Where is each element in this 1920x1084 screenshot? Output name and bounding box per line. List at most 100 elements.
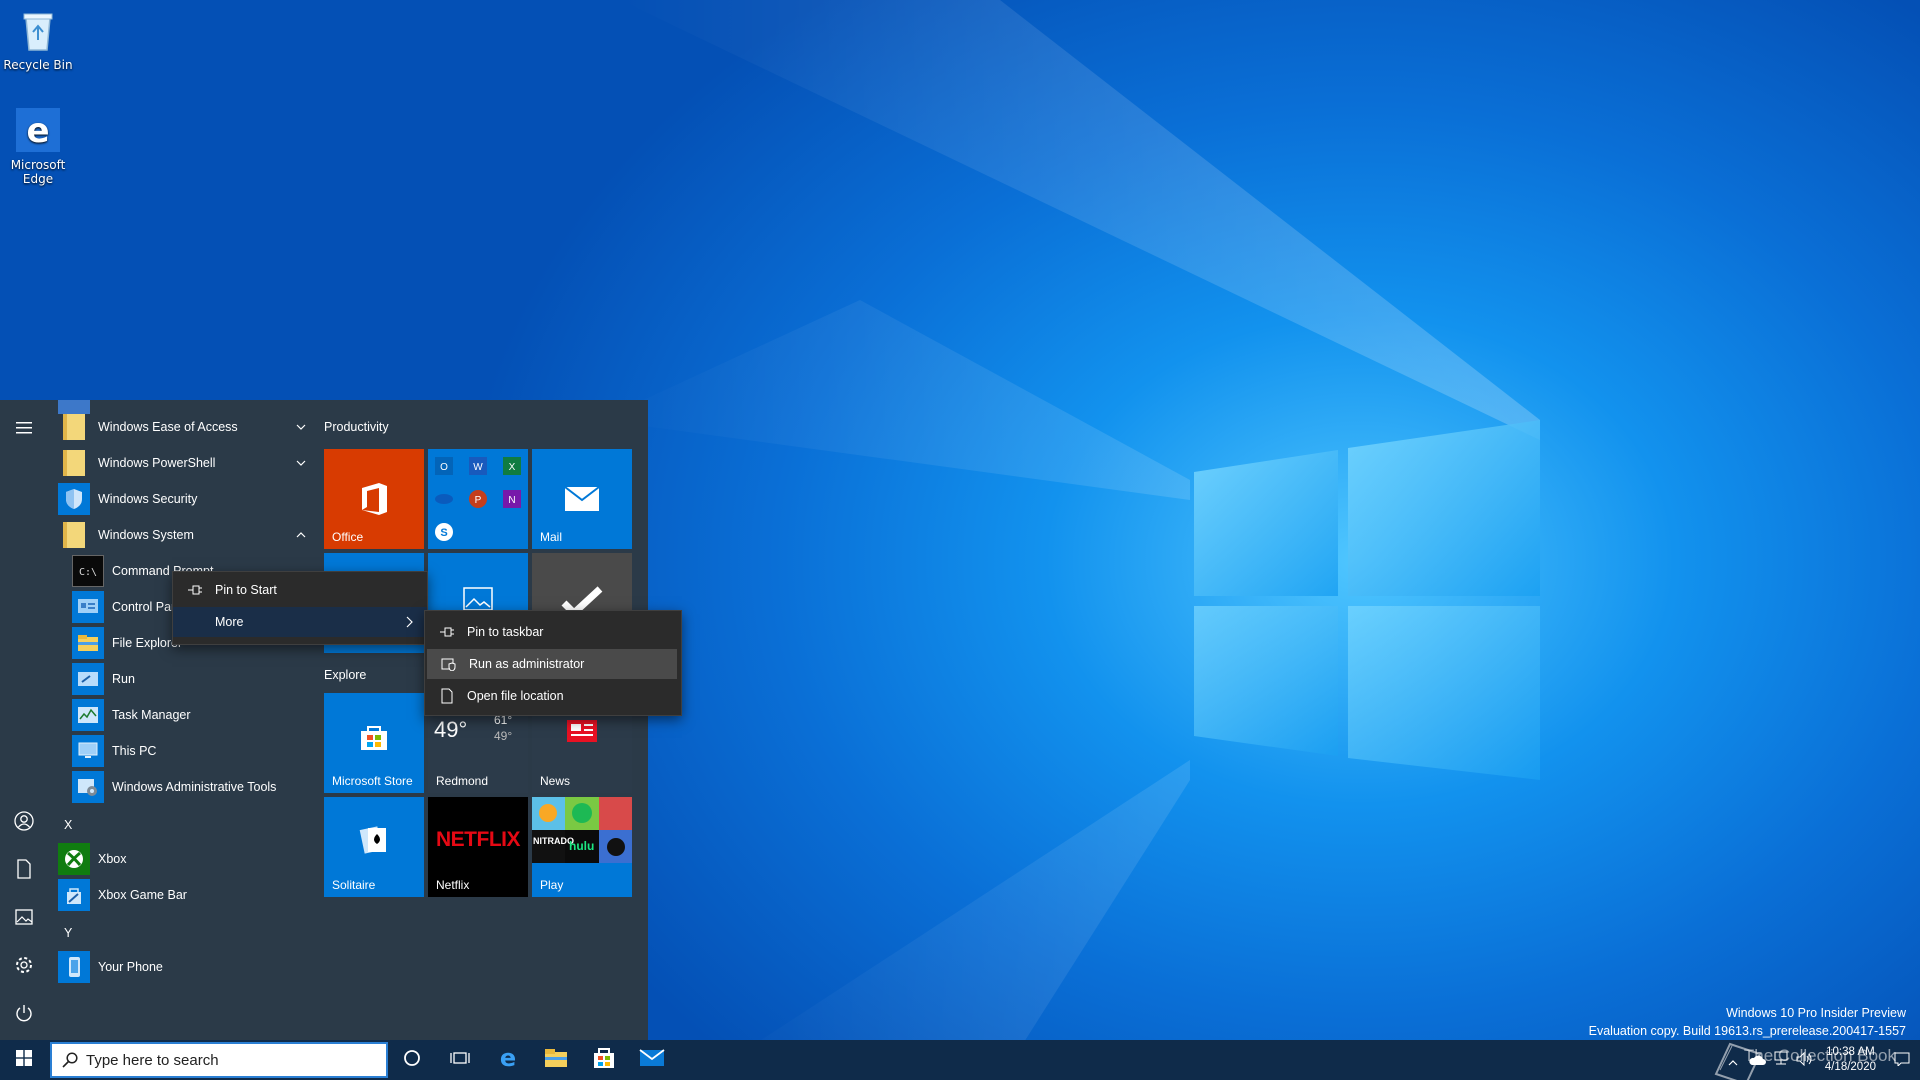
svg-text:X: X (509, 462, 516, 473)
settings-button[interactable] (0, 947, 48, 987)
user-icon (14, 811, 34, 835)
this-pc-icon (72, 735, 104, 767)
menu-item-pin-to-taskbar[interactable]: Pin to taskbar (425, 617, 681, 647)
group-header-productivity[interactable]: Productivity (324, 420, 389, 434)
task-view-icon (450, 1050, 470, 1070)
app-windows-ease-of-access[interactable]: Windows Ease of Access (58, 409, 308, 445)
admin-tools-icon (72, 771, 104, 803)
shield-admin-icon (439, 657, 459, 671)
pictures-button[interactable] (0, 899, 48, 939)
folder-icon (58, 447, 90, 479)
desktop-icon-edge[interactable]: e Microsoft Edge (0, 106, 83, 186)
app-label: Xbox (98, 852, 127, 866)
edge-icon: e (14, 106, 62, 154)
app-list: Windows Ease of Access Windows PowerShel… (58, 400, 308, 1040)
svg-text:W: W (473, 462, 483, 473)
taskbar: Type here to search e (0, 1040, 1920, 1080)
start-button[interactable] (0, 1040, 48, 1080)
windows-logo-wallpaper (1194, 420, 1540, 780)
cortana-icon (403, 1049, 421, 1071)
command-prompt-icon: C:\ (72, 555, 104, 587)
app-task-manager[interactable]: Task Manager (72, 697, 308, 733)
task-view-button[interactable] (436, 1040, 484, 1080)
tile-office[interactable]: Office (324, 449, 424, 549)
menu-item-pin-to-start[interactable]: Pin to Start (173, 575, 427, 605)
tile-label: Mail (540, 530, 563, 544)
svg-text:e: e (26, 111, 49, 151)
menu-item-label: More (215, 615, 244, 629)
app-this-pc[interactable]: This PC (72, 733, 308, 769)
group-header-explore[interactable]: Explore (324, 668, 366, 682)
taskbar-store-button[interactable] (580, 1040, 628, 1080)
svg-text:P: P (475, 495, 482, 506)
app-label: Task Manager (112, 708, 191, 722)
chevron-down-icon[interactable] (296, 419, 306, 433)
xbox-icon (58, 843, 90, 875)
desktop-icon-label: Microsoft Edge (10, 158, 66, 186)
app-windows-powershell[interactable]: Windows PowerShell (58, 445, 308, 481)
taskbar-mail-button[interactable] (628, 1040, 676, 1080)
power-button[interactable] (0, 995, 48, 1035)
desktop-icon-recycle-bin[interactable]: Recycle Bin (0, 6, 83, 72)
file-location-icon (437, 688, 457, 704)
app-xbox-game-bar[interactable]: Xbox Game Bar (58, 877, 308, 913)
letter-header-x[interactable]: X (64, 818, 72, 832)
weather-low: 49° (494, 729, 513, 743)
shield-icon (58, 483, 90, 515)
tile-netflix[interactable]: NETFLIX Netflix (428, 797, 528, 897)
app-xbox[interactable]: Xbox (58, 841, 308, 877)
edge-icon: e (497, 1044, 519, 1073)
chevron-right-icon (406, 616, 413, 631)
hamburger-menu-button[interactable] (0, 408, 48, 448)
svg-text:O: O (440, 462, 448, 473)
app-windows-security[interactable]: Windows Security (58, 481, 308, 517)
app-label: Windows Administrative Tools (112, 780, 277, 794)
document-icon (16, 859, 32, 883)
tile-office-apps-folder[interactable]: O W X P N S (428, 449, 528, 549)
app-windows-administrative-tools[interactable]: Windows Administrative Tools (72, 769, 308, 805)
start-rail (0, 400, 48, 1040)
app-windows-system[interactable]: Windows System (58, 517, 308, 553)
menu-item-more[interactable]: More (173, 607, 427, 637)
tile-mail[interactable]: Mail (532, 449, 632, 549)
folder-icon (58, 411, 90, 443)
search-placeholder: Type here to search (86, 1051, 219, 1069)
menu-item-label: Open file location (467, 689, 564, 703)
taskbar-search-box[interactable]: Type here to search (50, 1042, 388, 1078)
tile-label: Netflix (436, 878, 470, 892)
search-icon (62, 1052, 78, 1068)
menu-item-open-file-location[interactable]: Open file location (425, 681, 681, 711)
chevron-down-icon[interactable] (296, 455, 306, 469)
game-bar-icon (58, 879, 90, 911)
phone-icon (58, 951, 90, 983)
store-icon (593, 1047, 615, 1073)
documents-button[interactable] (0, 851, 48, 891)
chevron-up-icon[interactable] (296, 527, 306, 541)
file-explorer-icon (544, 1048, 568, 1072)
cortana-button[interactable] (388, 1040, 436, 1080)
office-apps-icons: O W X P N S (435, 457, 521, 541)
app-your-phone[interactable]: Your Phone (58, 949, 308, 985)
user-account-button[interactable] (0, 803, 48, 843)
power-icon (15, 1004, 33, 1026)
letter-header-y[interactable]: Y (64, 926, 72, 940)
tile-solitaire[interactable]: Solitaire (324, 797, 424, 897)
windows-logo-icon (16, 1050, 32, 1070)
tile-label: Solitaire (332, 878, 376, 892)
app-label: Windows Ease of Access (98, 420, 238, 434)
folder-icon (58, 519, 90, 551)
app-label: Xbox Game Bar (98, 888, 187, 902)
taskbar-edge-button[interactable]: e (484, 1040, 532, 1080)
menu-item-run-as-administrator[interactable]: Run as administrator (427, 649, 677, 679)
app-label: Run (112, 672, 135, 686)
tile-play-folder[interactable]: NITRADO hulu Play (532, 797, 632, 897)
tile-microsoft-store[interactable]: Microsoft Store (324, 693, 424, 793)
pin-icon (185, 585, 205, 595)
app-label: Windows Security (98, 492, 198, 506)
app-run[interactable]: Run (72, 661, 308, 697)
build-watermark: Windows 10 Pro Insider Preview Evaluatio… (1589, 1004, 1906, 1040)
app-label: Windows System (98, 528, 194, 542)
svg-text:N: N (508, 495, 515, 506)
taskbar-file-explorer-button[interactable] (532, 1040, 580, 1080)
watermark-line-1: Windows 10 Pro Insider Preview (1726, 1006, 1906, 1020)
